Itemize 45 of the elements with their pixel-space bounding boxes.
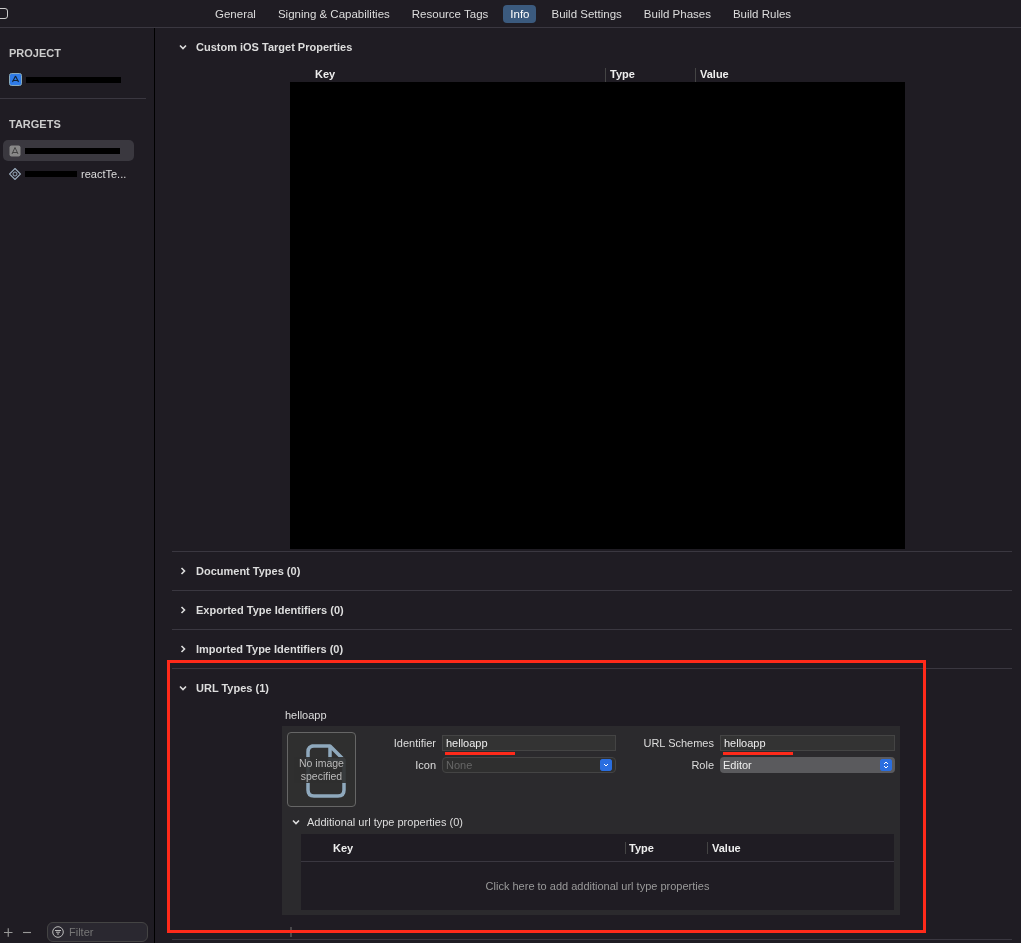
redaction-bar: [25, 170, 77, 177]
sidebar-heading: PROJECT: [8, 46, 62, 61]
diamond-icon: [9, 167, 21, 180]
tab[interactable]: Build Settings: [544, 4, 629, 23]
entry-name: helloapp: [284, 708, 328, 723]
chevron-right-icon[interactable]: [178, 566, 188, 576]
role-dropdown[interactable]: Editor: [720, 757, 895, 773]
chevron-down-icon: [600, 759, 612, 771]
sidebar-heading: TARGETS: [8, 117, 62, 132]
field-label: Icon: [414, 759, 436, 771]
chevron-right-icon[interactable]: [178, 605, 188, 615]
field-label: Role: [690, 759, 714, 771]
sidebar-item[interactable]: [3, 140, 134, 161]
app-icon: [9, 144, 21, 157]
filter-icon: [52, 926, 64, 938]
target-name: reactTe...: [81, 167, 127, 180]
section-title: Document Types (0): [196, 565, 301, 577]
field-label: Identifier: [392, 737, 436, 749]
sidebar-item[interactable]: reactTe...: [3, 163, 134, 184]
image-well[interactable]: No image specified: [287, 732, 356, 807]
chevron-down-icon[interactable]: [178, 42, 188, 52]
section-title: URL Types (1): [196, 682, 269, 694]
column-header: Type: [625, 841, 707, 854]
up-down-chevron-icon: [880, 759, 892, 771]
chevron-down-icon[interactable]: [291, 817, 301, 827]
field-label: URL Schemes: [642, 737, 714, 749]
section-title: Custom iOS Target Properties: [196, 41, 353, 53]
tab[interactable]: Build Phases: [636, 4, 718, 23]
app-icon: [9, 73, 22, 86]
tab[interactable]: Info: [503, 4, 537, 23]
tab[interactable]: General: [208, 4, 263, 23]
column-header: Key: [314, 68, 337, 82]
tab[interactable]: Build Rules: [725, 4, 799, 23]
column-header: Key: [332, 841, 355, 854]
chevron-right-icon[interactable]: [178, 644, 188, 654]
column-header: Value: [707, 841, 741, 854]
tab[interactable]: Signing & Capabilities: [270, 4, 397, 23]
subsection-title: Additional url type properties (0): [307, 816, 463, 828]
filter-field[interactable]: Filter: [47, 922, 148, 942]
chevron-down-icon[interactable]: [178, 683, 188, 693]
tab[interactable]: Resource Tags: [404, 4, 496, 23]
section-title: Exported Type Identifiers (0): [196, 604, 344, 616]
add-icon[interactable]: [4, 927, 13, 937]
add-properties-hint[interactable]: Click here to add additional url type properties: [301, 862, 894, 910]
section-title: Imported Type Identifiers (0): [196, 643, 344, 655]
